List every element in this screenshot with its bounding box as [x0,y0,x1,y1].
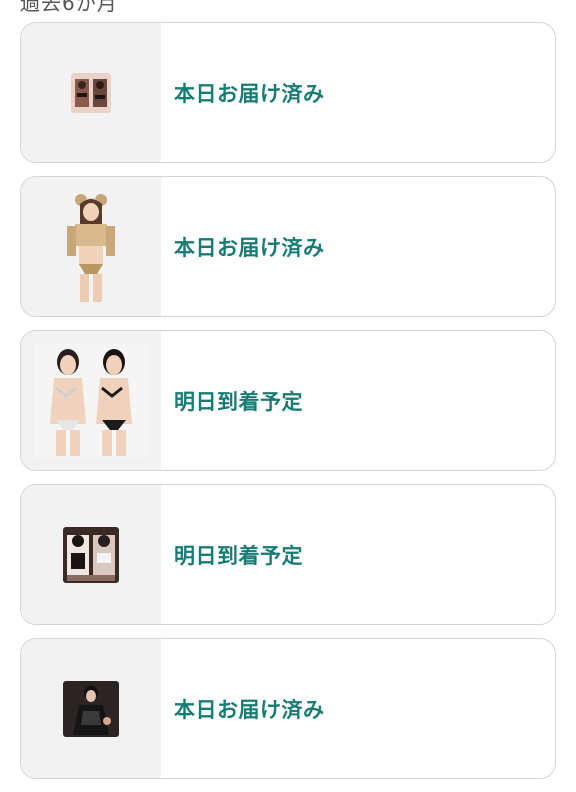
order-thumbnail [21,177,161,316]
delivery-status: 明日到着予定 [174,389,303,414]
order-card[interactable]: 明日到着予定 [20,484,556,625]
delivery-status: 本日お届け済み [174,81,325,106]
order-thumbnail [21,485,161,624]
order-thumbnail [21,639,161,778]
section-header: 過去6か月 [20,0,118,15]
order-card[interactable]: 本日お届け済み [20,176,556,317]
product-photo-icon [63,680,119,737]
delivery-status: 明日到着予定 [174,543,303,568]
product-photo-icon [71,72,111,113]
product-photo-icon [34,343,148,458]
product-photo-icon [63,526,119,583]
order-thumbnail [21,331,161,470]
product-photo-icon [61,189,121,304]
order-thumbnail [21,23,161,162]
order-card[interactable]: 本日お届け済み [20,22,556,163]
order-card[interactable]: 本日お届け済み [20,638,556,779]
delivery-status: 本日お届け済み [174,235,325,260]
delivery-status: 本日お届け済み [174,697,325,722]
order-card[interactable]: 明日到着予定 [20,330,556,471]
order-list: 本日お届け済み 本日お届け済み 明日到着予定 明日到着予定 本日お届け済み [20,22,556,792]
